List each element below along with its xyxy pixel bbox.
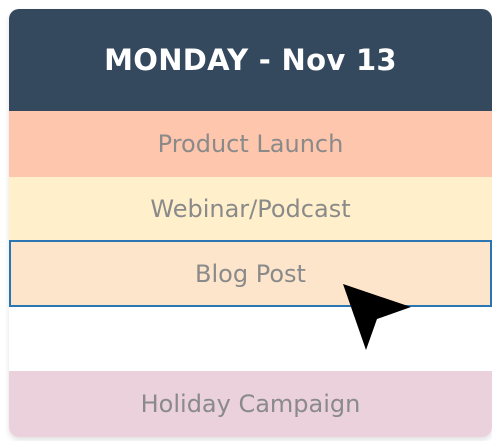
day-card: MONDAY - Nov 13 Product Launch Webinar/P…: [9, 9, 492, 437]
event-label: Holiday Campaign: [140, 390, 361, 418]
day-title: MONDAY - Nov 13: [104, 43, 397, 77]
event-slot-blog-post[interactable]: Blog Post: [9, 240, 492, 307]
day-header: MONDAY - Nov 13: [9, 9, 492, 111]
event-slot-empty[interactable]: [9, 307, 492, 371]
event-label: Product Launch: [157, 130, 344, 158]
event-slot-webinar-podcast[interactable]: Webinar/Podcast: [9, 177, 492, 241]
arrow-cursor-icon: [343, 284, 411, 350]
event-label: Blog Post: [195, 259, 306, 288]
event-label: Webinar/Podcast: [150, 195, 351, 223]
event-slot-product-launch[interactable]: Product Launch: [9, 111, 492, 177]
event-slot-holiday-campaign[interactable]: Holiday Campaign: [9, 371, 492, 437]
